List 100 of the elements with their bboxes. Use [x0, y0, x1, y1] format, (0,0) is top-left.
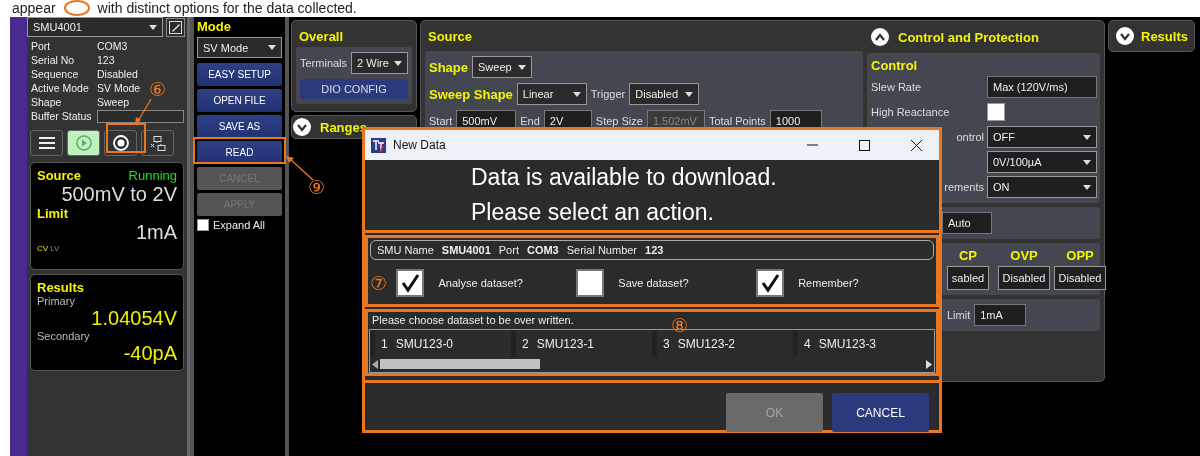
checkbox-label: Save dataset? — [618, 277, 689, 289]
field-label: Slew Rate — [871, 81, 923, 93]
status-text: Running — [128, 168, 177, 183]
value-field[interactable]: Auto — [942, 212, 992, 234]
info-label: Buffer Status — [31, 109, 92, 124]
info-label: Shape — [31, 95, 62, 109]
protection-button[interactable]: Disabled — [1053, 266, 1107, 290]
panel-title: Overall — [299, 28, 344, 44]
play-icon — [75, 135, 92, 151]
dialog-message: Data is available to download. — [471, 163, 778, 192]
action-button[interactable]: EASY SETUP — [197, 63, 282, 86]
field-label: High Reactance — [871, 106, 951, 118]
edit-button[interactable] — [166, 17, 185, 37]
card-title: Control — [871, 58, 919, 73]
info-label: Serial No — [31, 53, 75, 67]
info-label: SMU Name — [377, 244, 434, 256]
caret-icon — [518, 64, 526, 70]
action-button[interactable]: READ — [197, 141, 282, 164]
info-value: Sweep — [97, 95, 130, 109]
play-button[interactable] — [67, 130, 100, 156]
source-value: 500mV to 2V — [60, 183, 177, 206]
checkbox[interactable] — [987, 103, 1005, 121]
protection-label: OVP — [1010, 248, 1038, 263]
dio-config-button[interactable]: DIO CONFIG — [300, 79, 408, 99]
info-label: Active Mode — [31, 81, 89, 95]
highlight-box — [106, 123, 146, 153]
trigger-dropdown[interactable]: Disabled — [629, 83, 700, 105]
dataset-item[interactable]: 4 SMU123-3 — [793, 330, 934, 357]
device-dropdown[interactable]: SMU4001 — [27, 17, 163, 37]
info-value: 123 — [645, 244, 664, 256]
dropdown[interactable]: ON — [987, 176, 1097, 198]
caret-icon — [1083, 134, 1091, 140]
protection-label: OPP — [1066, 248, 1094, 263]
flag-label: CV — [37, 244, 49, 253]
field-label: Step Size — [595, 115, 643, 127]
protection-button[interactable]: Disabled — [997, 266, 1051, 290]
card-title: Source — [37, 168, 82, 183]
shape-dropdown[interactable]: Sweep — [472, 56, 532, 78]
expand-all-checkbox[interactable] — [197, 219, 209, 231]
dropdown[interactable]: 0V/100µA — [987, 151, 1097, 173]
menu-icon — [38, 136, 55, 150]
horizontal-scrollbar[interactable] — [370, 357, 934, 371]
action-button[interactable]: OPEN FILE — [197, 89, 282, 112]
caret-icon — [1083, 184, 1091, 190]
dialog-message: Please select an action. — [471, 198, 715, 227]
info-value: COM3 — [526, 244, 559, 256]
stop-icon — [112, 135, 129, 151]
checkbox[interactable] — [396, 269, 425, 297]
mode-dropdown[interactable]: SV Mode — [197, 37, 282, 58]
caret-icon — [268, 45, 276, 50]
result-label: Secondary — [37, 330, 91, 342]
secondary-value: -40pA — [122, 342, 177, 365]
menu-button[interactable] — [30, 130, 63, 156]
flag-label: LV — [50, 244, 60, 253]
field-label: Terminals — [300, 57, 348, 69]
panel-title: Control and Protection — [898, 29, 1039, 45]
limit-value: 1mA — [134, 221, 177, 244]
checkmark-icon — [760, 273, 781, 293]
caption-text: with distinct options for the data collected. — [97, 0, 357, 16]
info-label: Port — [498, 244, 519, 256]
callout-arrow — [285, 155, 315, 181]
scrollbar-thumb[interactable] — [380, 359, 540, 369]
checkbox[interactable] — [756, 269, 785, 297]
checkbox[interactable] — [576, 269, 605, 297]
field-label: Trigger — [590, 88, 626, 100]
checkbox-label: Analyse dataset? — [438, 277, 523, 289]
caret-icon — [149, 24, 157, 30]
callout-arrow — [134, 98, 154, 126]
info-value: SV Mode — [97, 81, 141, 95]
info-label: Serial Number — [566, 244, 638, 256]
value-field[interactable]: Max (120V/ms) — [987, 76, 1097, 98]
action-button[interactable]: SAVE AS — [197, 115, 282, 138]
caret-icon — [394, 60, 402, 66]
info-label: Port — [31, 39, 51, 53]
field-label: Total Points — [708, 115, 766, 127]
field-label: Shape — [429, 59, 468, 75]
network-button[interactable] — [141, 130, 174, 156]
callout-number: ⑥ — [149, 79, 167, 99]
results-toggle[interactable]: Results — [1108, 20, 1195, 52]
info-value: 123 — [97, 53, 115, 67]
sweep-shape-dropdown[interactable]: Linear — [516, 83, 587, 105]
value-field[interactable]: 1mA — [974, 304, 1027, 326]
panel-title: Results — [1141, 28, 1188, 44]
caption-text: appear — [12, 0, 56, 16]
info-value: COM3 — [97, 39, 128, 53]
app-logo-icon — [371, 137, 386, 153]
result-label: Primary — [37, 295, 76, 307]
primary-value: 1.04054V — [90, 307, 177, 330]
terminals-dropdown[interactable]: 2 Wire — [351, 52, 408, 74]
protection-button[interactable]: sabled — [946, 266, 990, 290]
dialog-title: New Data — [393, 138, 446, 152]
dropdown[interactable]: OFF — [987, 126, 1097, 148]
card-title: Limit — [37, 206, 70, 221]
callout-number: ⑦ — [370, 272, 389, 294]
pencil-icon — [169, 20, 182, 34]
checkmark-icon — [400, 273, 421, 293]
dialog-button[interactable]: CANCEL — [832, 393, 929, 432]
scroll-left-icon — [372, 359, 378, 369]
info-label: Sequence — [31, 67, 79, 81]
info-value: Disabled — [97, 67, 138, 81]
